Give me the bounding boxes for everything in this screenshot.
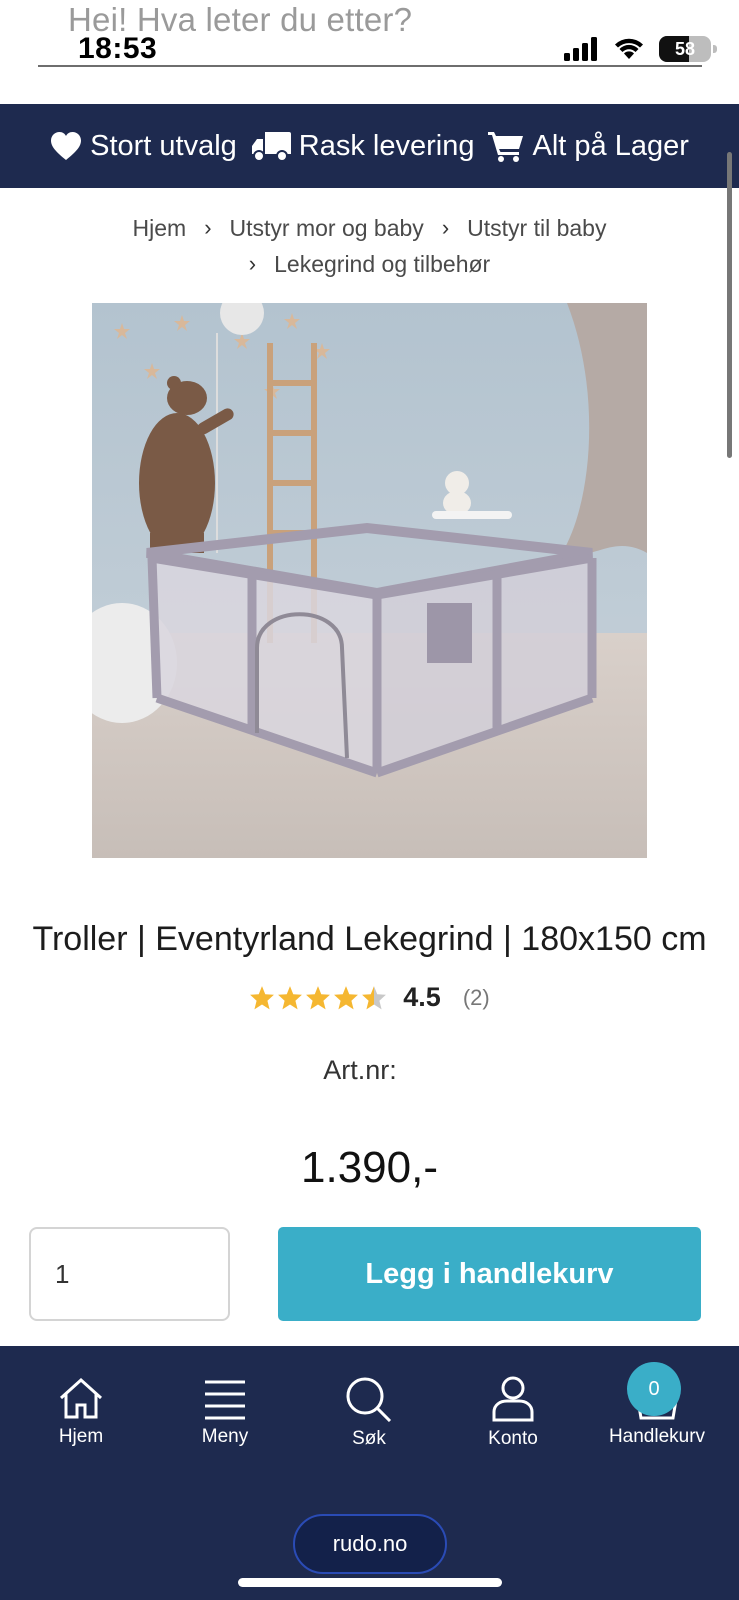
breadcrumb-item-baby-gear[interactable]: Utstyr til baby bbox=[467, 210, 606, 246]
nav-item-account[interactable]: Konto bbox=[448, 1376, 578, 1450]
product-image[interactable] bbox=[92, 303, 647, 858]
nav-label: Meny bbox=[201, 1426, 249, 1447]
status-icons: 58 bbox=[563, 34, 717, 64]
battery-level: 58 bbox=[674, 38, 696, 59]
nav-label: Hjem bbox=[58, 1426, 104, 1447]
scrollbar[interactable] bbox=[727, 152, 732, 458]
nav-item-search[interactable]: Søk bbox=[304, 1376, 434, 1450]
star-half-icon bbox=[362, 985, 387, 1009]
chevron-right-icon: › bbox=[441, 215, 450, 240]
nav-item-home[interactable]: Hjem bbox=[16, 1376, 146, 1448]
rating-value: 4.5 bbox=[403, 982, 441, 1012]
nav-label: Handlekurv bbox=[608, 1426, 706, 1447]
cellular-icon bbox=[564, 37, 597, 61]
star-icon bbox=[278, 985, 303, 1009]
quantity-input[interactable]: 1 bbox=[29, 1227, 230, 1321]
usp-banner: Stort utvalg Rask levering Alt på Lager bbox=[0, 104, 739, 188]
add-to-cart-label: Legg i handlekurv bbox=[365, 1257, 614, 1290]
battery-icon: 58 bbox=[659, 36, 717, 62]
star-icon bbox=[334, 985, 359, 1009]
usp-label: Rask levering bbox=[298, 129, 475, 162]
chevron-right-icon: › bbox=[248, 251, 257, 276]
heart-icon bbox=[51, 132, 82, 160]
add-to-cart-button[interactable]: Legg i handlekurv bbox=[278, 1227, 701, 1321]
cart-count-badge[interactable]: 0 bbox=[627, 1362, 681, 1416]
article-number: Art.nr: bbox=[323, 1055, 397, 1085]
review-count[interactable]: (2) bbox=[463, 985, 490, 1011]
user-icon bbox=[492, 1376, 534, 1422]
usp-label: Alt på Lager bbox=[532, 129, 689, 162]
chevron-right-icon: › bbox=[204, 215, 212, 240]
breadcrumb-item-home[interactable]: Hjem bbox=[133, 210, 187, 246]
product-rating[interactable]: 4.5 (2) bbox=[0, 982, 739, 1013]
nav-label: Konto bbox=[488, 1428, 538, 1449]
star-icon bbox=[306, 985, 331, 1009]
star-icon bbox=[250, 985, 275, 1009]
search-icon bbox=[346, 1377, 392, 1422]
header: Hei! Hva leter du etter? 18:53 58 bbox=[0, 0, 739, 104]
nav-label: Søk bbox=[352, 1428, 386, 1449]
battery-tip bbox=[713, 45, 717, 53]
search-underline bbox=[38, 65, 702, 67]
usp-label: Stort utvalg bbox=[90, 129, 237, 162]
url-bar[interactable]: rudo.no bbox=[293, 1514, 447, 1574]
breadcrumb-item-mother-baby[interactable]: Utstyr mor og baby bbox=[230, 210, 424, 246]
nav-item-menu[interactable]: Meny bbox=[160, 1376, 290, 1448]
wifi-icon bbox=[615, 38, 643, 59]
truck-icon bbox=[251, 132, 291, 162]
menu-icon bbox=[205, 1380, 245, 1420]
usp-item-selection: Stort utvalg bbox=[50, 130, 237, 163]
usp-item-stock: Alt på Lager bbox=[488, 129, 689, 163]
usp-item-delivery: Rask levering bbox=[251, 129, 475, 163]
breadcrumb: Hjem › Utstyr mor og baby › Utstyr til b… bbox=[0, 210, 739, 282]
status-time: 18:53 bbox=[78, 32, 158, 65]
shopping-cart-icon bbox=[488, 132, 524, 162]
product-price: 1.390,- bbox=[301, 1143, 438, 1192]
rating-stars bbox=[249, 985, 387, 1011]
home-indicator[interactable] bbox=[238, 1578, 502, 1587]
home-icon bbox=[59, 1377, 103, 1419]
breadcrumb-item-playpen[interactable]: Lekegrind og tilbehør bbox=[274, 246, 490, 282]
product-title: Troller | Eventyrland Lekegrind | 180x15… bbox=[32, 920, 707, 958]
